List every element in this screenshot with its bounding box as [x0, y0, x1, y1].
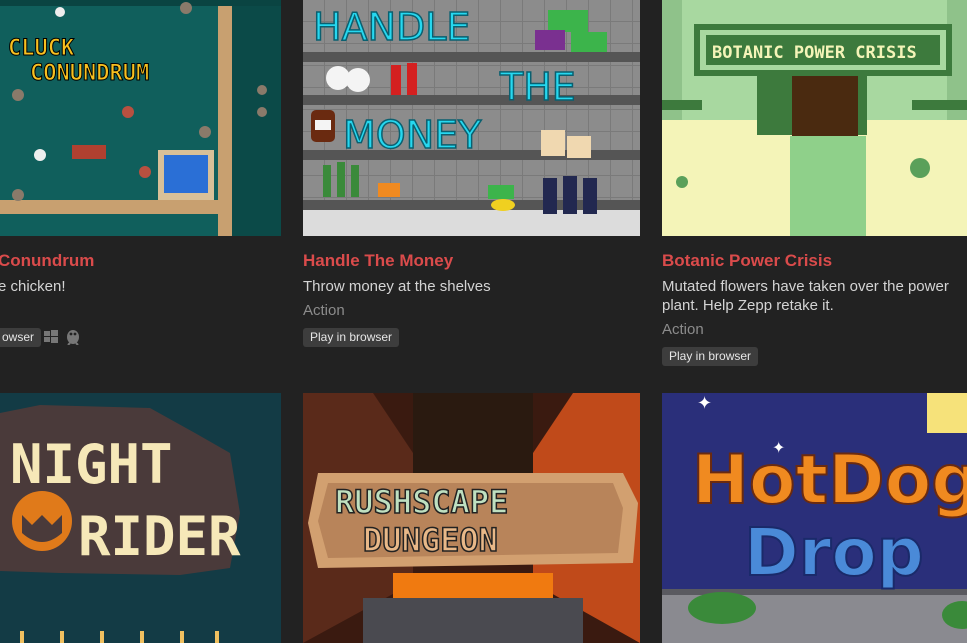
- cover-text-line2: CONUNDRUM: [30, 61, 149, 86]
- cover-text-line1: HotDog: [692, 441, 967, 520]
- game-thumbnail-handle-the-money[interactable]: HANDLE THE MONEY: [303, 0, 640, 236]
- svg-text:✦: ✦: [697, 393, 712, 414]
- play-in-browser-tag[interactable]: Play in browser: [303, 328, 400, 347]
- game-thumbnail-night-rider[interactable]: NIGHT RIDER: [0, 393, 281, 643]
- game-thumbnail-hotdog-drop[interactable]: ✦ ✦ HotDog Drop: [662, 393, 967, 643]
- cover-art-cluck-conundrum: CLUCK CONUNDRUM: [0, 0, 281, 236]
- game-title[interactable]: Handle The Money: [303, 251, 453, 271]
- cover-art-handle-the-money: HANDLE THE MONEY: [303, 0, 640, 236]
- game-description-line2: plant. Help Zepp retake it.: [662, 297, 834, 314]
- cover-art-rushscape-dungeon: RUSHSCAPE DUNGEON: [303, 393, 640, 643]
- cover-word-money: MONEY: [343, 113, 482, 157]
- cover-text-line2: Drop: [744, 514, 924, 591]
- cover-text-line2: DUNGEON: [363, 521, 498, 559]
- game-description: e chicken!: [0, 278, 66, 295]
- game-genre[interactable]: Action: [303, 302, 345, 319]
- cover-text: BOTANIC POWER CRISIS: [712, 43, 917, 63]
- game-thumbnail-cluck-conundrum[interactable]: CLUCK CONUNDRUM: [0, 0, 281, 236]
- cover-text-line1: CLUCK: [8, 36, 75, 61]
- windows-icon: [44, 330, 58, 343]
- play-in-browser-tag[interactable]: Play in browser: [662, 347, 759, 366]
- cover-word-handle: HANDLE: [313, 5, 470, 49]
- game-description-line1: Mutated flowers have taken over the powe…: [662, 278, 949, 295]
- game-thumbnail-rushscape-dungeon[interactable]: RUSHSCAPE DUNGEON: [303, 393, 640, 643]
- linux-icon: [67, 330, 79, 345]
- game-genre[interactable]: Action: [662, 321, 704, 338]
- cover-word-the: THE: [499, 65, 576, 109]
- cover-art-botanic-power-crisis: BOTANIC POWER CRISIS: [662, 0, 967, 236]
- cover-text-line2: RIDER: [78, 505, 241, 568]
- game-description: Throw money at the shelves: [303, 278, 491, 295]
- play-in-browser-tag[interactable]: owser: [0, 328, 42, 347]
- game-thumbnail-botanic-power-crisis[interactable]: BOTANIC POWER CRISIS: [662, 0, 967, 236]
- cover-art-night-rider: NIGHT RIDER: [0, 393, 281, 643]
- cover-text-line1: RUSHSCAPE: [335, 483, 508, 521]
- game-title[interactable]: Botanic Power Crisis: [662, 251, 832, 271]
- cover-text-line1: NIGHT: [10, 433, 173, 496]
- game-title[interactable]: Conundrum: [0, 251, 94, 271]
- cover-art-hotdog-drop: ✦ ✦ HotDog Drop: [662, 393, 967, 643]
